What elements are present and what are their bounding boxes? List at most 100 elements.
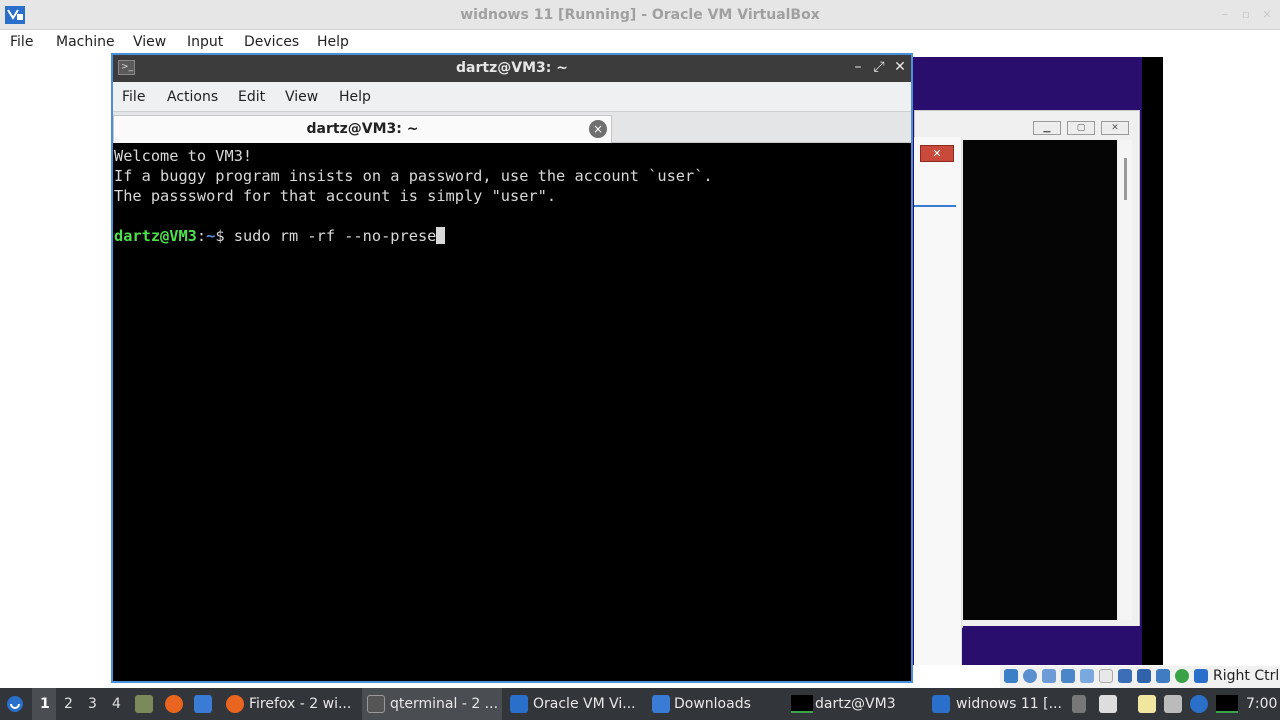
workspace-label: 4 xyxy=(112,696,121,712)
display-icon[interactable] xyxy=(1118,669,1132,683)
workspace-3[interactable]: 3 xyxy=(82,688,104,720)
start-menu-button[interactable] xyxy=(0,688,30,720)
bluetooth-icon[interactable] xyxy=(1190,695,1208,713)
network-tray-icon[interactable] xyxy=(1164,695,1182,713)
vbox-window-title: widnows 11 [Running] - Oracle VM Virtual… xyxy=(460,7,820,23)
task-vbox-vm[interactable]: widnows 11 [... xyxy=(928,688,1066,720)
terminal-titlebar[interactable]: >_ dartz@VM3: ~ – ⤢ ✕ xyxy=(113,55,911,82)
firefox-launcher-icon[interactable] xyxy=(165,695,183,713)
background-scrollbar-thumb[interactable] xyxy=(1124,158,1127,200)
terminal-menu-edit[interactable]: Edit xyxy=(238,89,265,105)
tray-updates-icon[interactable] xyxy=(1072,695,1086,713)
task-downloads[interactable]: Downloads xyxy=(648,688,782,720)
terminal-maximize-icon[interactable]: ⤢ xyxy=(871,59,887,75)
terminal-prompt-line[interactable]: dartz@VM3:~$ sudo rm -rf --no-prese xyxy=(114,226,910,246)
hard-disk-icon[interactable] xyxy=(1004,669,1018,683)
terminal-line: Welcome to VM3! xyxy=(114,147,253,165)
background-window-content xyxy=(963,140,1117,620)
terminal-close-icon[interactable]: ✕ xyxy=(892,59,908,75)
task-qterminal[interactable]: qterminal - 2 ... xyxy=(362,688,502,720)
vbox-statusbar: Right Ctrl xyxy=(1000,666,1280,688)
workspace-label: 2 xyxy=(64,696,73,712)
terminal-output[interactable]: Welcome to VM3! If a buggy program insist… xyxy=(113,144,911,681)
close-icon[interactable]: × xyxy=(1261,8,1273,20)
shared-folders-icon[interactable] xyxy=(1099,669,1113,683)
task-label: qterminal - 2 ... xyxy=(390,696,499,712)
volume-icon[interactable] xyxy=(1099,695,1117,713)
terminal-tab[interactable]: dartz@VM3: ~ × xyxy=(113,115,612,143)
vbox-menu-machine[interactable]: Machine xyxy=(56,34,115,50)
taskbar: 1 2 3 4 Firefox - 2 wi... qterminal - 2 … xyxy=(0,688,1280,720)
terminal-menu-actions[interactable]: Actions xyxy=(167,89,218,105)
terminal-menubar: File Actions Edit View Help xyxy=(113,82,911,112)
firefox-icon xyxy=(226,695,244,713)
bg-close-icon[interactable]: ✕ xyxy=(1101,121,1129,135)
terminal-window-title: dartz@VM3: ~ xyxy=(456,60,568,76)
network-icon[interactable] xyxy=(1061,669,1075,683)
terminal-tab-label: dartz@VM3: ~ xyxy=(306,121,419,137)
terminal-icon xyxy=(367,695,385,713)
task-terminal-dartz[interactable]: dartz@VM3 xyxy=(788,688,924,720)
workspace-1[interactable]: 1 xyxy=(32,688,56,720)
prompt-separator: : xyxy=(196,227,207,245)
file-manager-launcher-icon[interactable] xyxy=(135,695,153,713)
guest-desktop-edge xyxy=(1142,57,1163,665)
text-cursor xyxy=(436,227,446,244)
mouse-integration-icon[interactable] xyxy=(1194,669,1208,683)
terminal-line: The passsword for that account is simply… xyxy=(114,187,557,205)
terminal-menu-view[interactable]: View xyxy=(285,89,318,105)
terminal-blank-line: ​ xyxy=(114,206,910,226)
task-label: widnows 11 [... xyxy=(956,696,1062,712)
background-window-2[interactable] xyxy=(914,137,962,665)
vbox-titlebar: widnows 11 [Running] - Oracle VM Virtual… xyxy=(0,0,1280,30)
terminal-line: If a buggy program insists on a password… xyxy=(114,167,713,185)
audio-icon[interactable] xyxy=(1042,669,1056,683)
vbox-menu-view[interactable]: View xyxy=(133,34,166,50)
vbox-menu-file[interactable]: File xyxy=(10,34,33,50)
folder-icon xyxy=(652,695,670,713)
terminal-menu-help[interactable]: Help xyxy=(339,89,371,105)
virtualbox-icon xyxy=(510,695,528,713)
task-label: Oracle VM Vi... xyxy=(533,696,636,712)
terminal-tabbar: dartz@VM3: ~ × xyxy=(113,112,911,143)
prompt-symbol: $ xyxy=(215,227,234,245)
task-label: Firefox - 2 wi... xyxy=(249,696,352,712)
workspace-2[interactable]: 2 xyxy=(58,688,80,720)
virtualbox-icon xyxy=(932,695,950,713)
vbox-menu-input[interactable]: Input xyxy=(187,34,223,50)
tab-close-icon[interactable]: × xyxy=(589,120,607,138)
bg-minimize-icon[interactable]: ▁ xyxy=(1033,121,1061,135)
terminal-minimize-icon[interactable]: – xyxy=(850,59,866,75)
maximize-icon[interactable]: ▫ xyxy=(1240,8,1252,20)
recording-icon[interactable] xyxy=(1137,669,1151,683)
guest-additions-icon[interactable] xyxy=(1175,669,1189,683)
bg2-accent-line xyxy=(914,205,956,207)
vbox-menu-devices[interactable]: Devices xyxy=(244,34,299,50)
usb-icon[interactable] xyxy=(1080,669,1094,683)
prompt-user: dartz@VM3 xyxy=(114,227,197,245)
folder-launcher-icon[interactable] xyxy=(194,695,212,713)
start-menu-icon xyxy=(7,696,23,712)
host-key-label: Right Ctrl xyxy=(1213,668,1280,684)
minimize-icon[interactable]: – xyxy=(1219,8,1231,20)
task-label: Downloads xyxy=(674,696,751,712)
terminal-menu-file[interactable]: File xyxy=(122,89,145,105)
background-scrollbar[interactable] xyxy=(1120,140,1132,620)
system-monitor-icon[interactable] xyxy=(1216,695,1238,713)
clipboard-icon[interactable] xyxy=(1138,695,1156,713)
bg2-close-icon[interactable]: ✕ xyxy=(920,145,954,162)
workspace-label: 1 xyxy=(40,696,50,712)
command-input[interactable]: sudo rm -rf --no-prese xyxy=(234,227,437,245)
clock[interactable]: 7:00 xyxy=(1246,696,1277,712)
vbox-menu-help[interactable]: Help xyxy=(317,34,349,50)
workspace-label: 3 xyxy=(88,696,97,712)
terminal-thumbnail-icon xyxy=(791,695,813,713)
workspace-4[interactable]: 4 xyxy=(106,688,128,720)
optical-drive-icon[interactable] xyxy=(1023,669,1037,683)
bg-maximize-icon[interactable]: ▢ xyxy=(1067,121,1095,135)
task-virtualbox-manager[interactable]: Oracle VM Vi... xyxy=(506,688,644,720)
task-firefox[interactable]: Firefox - 2 wi... xyxy=(222,688,358,720)
terminal-window[interactable]: >_ dartz@VM3: ~ – ⤢ ✕ File Actions Edit … xyxy=(111,53,913,683)
prompt-path: ~ xyxy=(206,227,216,245)
cpu-icon[interactable] xyxy=(1156,669,1170,683)
